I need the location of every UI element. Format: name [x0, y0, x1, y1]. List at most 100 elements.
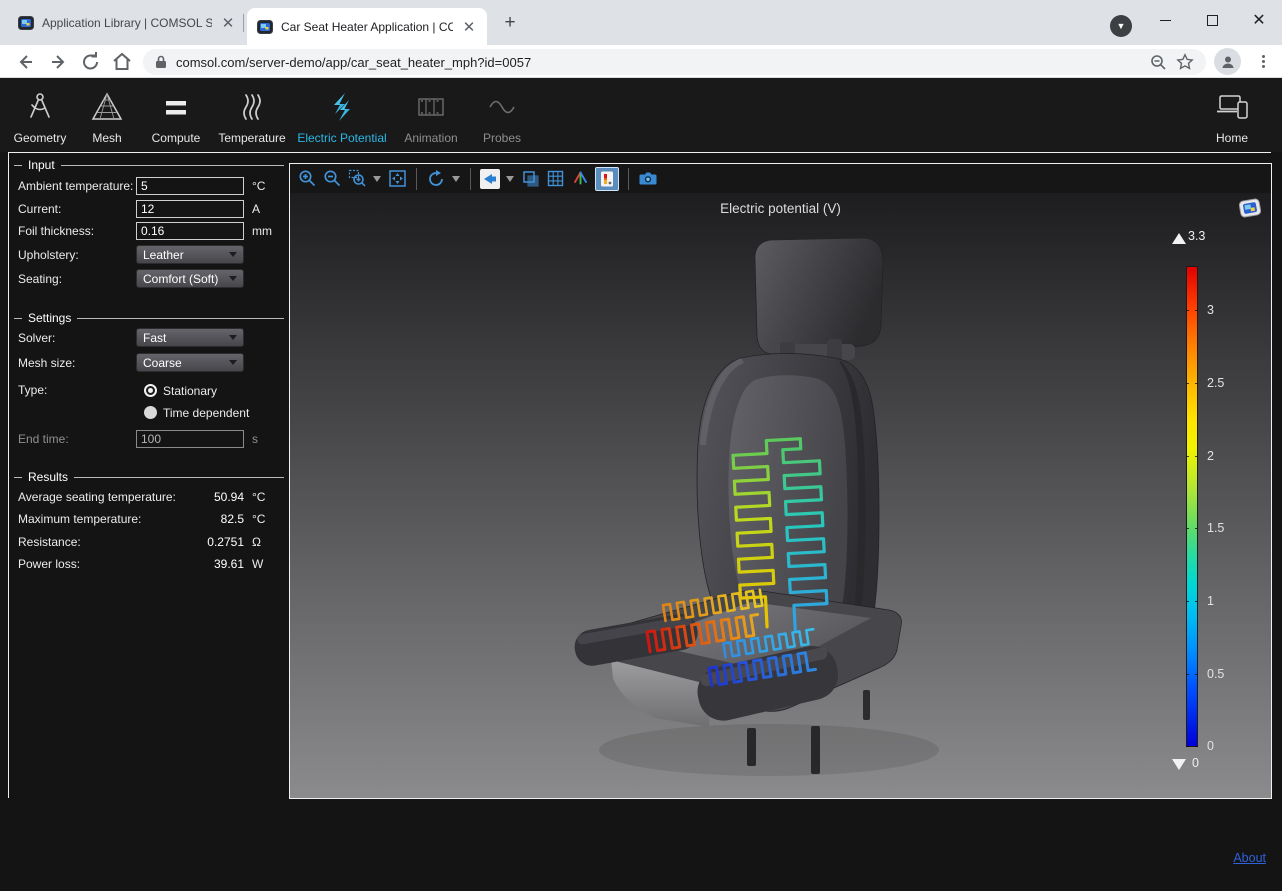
- new-tab-button[interactable]: +: [498, 12, 522, 36]
- ribbon-item-geometry[interactable]: Geometry: [8, 78, 72, 152]
- home-nav-icon[interactable]: [110, 50, 134, 74]
- zoom-indicator-icon[interactable]: [1150, 54, 1167, 71]
- person-icon: [1220, 54, 1236, 70]
- app-ribbon: Geometry Mesh Compute Temperature Electr…: [0, 78, 1282, 152]
- forward-icon[interactable]: [47, 50, 71, 74]
- default-view-axes-icon[interactable]: [570, 169, 590, 189]
- legend-tick-label: 0.5: [1207, 667, 1224, 681]
- upholstery-dropdown[interactable]: Leather: [136, 245, 244, 264]
- section-header-settings: Settings: [14, 311, 284, 325]
- transparency-icon[interactable]: [520, 169, 540, 189]
- seat-shadow: [599, 724, 939, 776]
- profile-avatar[interactable]: [1214, 48, 1241, 75]
- zoom-out-icon[interactable]: [322, 169, 342, 189]
- ribbon-label: Animation: [404, 131, 457, 145]
- current-input[interactable]: [136, 200, 244, 218]
- section-header-input: Input: [14, 158, 284, 172]
- window-maximize-button[interactable]: [1189, 0, 1235, 40]
- grid-icon[interactable]: [545, 169, 565, 189]
- sine-wave-icon: [485, 90, 519, 124]
- solver-label: Solver:: [18, 331, 55, 345]
- plot-canvas[interactable]: Electric potential (V): [290, 193, 1271, 798]
- solver-dropdown[interactable]: Fast: [136, 328, 244, 347]
- ribbon-item-probes[interactable]: Probes: [472, 78, 532, 152]
- browser-tab-application-library[interactable]: Application Library | COMSOL Se ✕: [12, 9, 242, 37]
- tab-title: Application Library | COMSOL Se: [42, 16, 212, 30]
- browser-tab-strip: Application Library | COMSOL Se ✕ Car Se…: [0, 0, 1282, 45]
- chevron-down-icon[interactable]: [505, 169, 515, 189]
- ambient-temperature-input[interactable]: [136, 177, 244, 195]
- temperature-waves-icon: [235, 90, 269, 124]
- url-text[interactable]: comsol.com/server-demo/app/car_seat_heat…: [176, 55, 1141, 70]
- snapshot-camera-icon[interactable]: [638, 169, 658, 189]
- chevron-down-icon[interactable]: [372, 169, 382, 189]
- graphics-toolbar: [290, 164, 1271, 193]
- upholstery-label: Upholstery:: [18, 248, 79, 262]
- plot-title: Electric potential (V): [290, 201, 1271, 216]
- legend-max-value: 3.3: [1188, 229, 1205, 243]
- legend-max-arrow-icon: [1172, 233, 1186, 244]
- browser-menu-button[interactable]: [1255, 49, 1271, 73]
- mesh-size-label: Mesh size:: [18, 356, 75, 370]
- foil-thickness-input[interactable]: [136, 222, 244, 240]
- section-title: Results: [28, 470, 68, 484]
- ribbon-item-mesh[interactable]: Mesh: [72, 78, 142, 152]
- chevron-down-icon: [229, 276, 237, 281]
- end-time-input[interactable]: [136, 430, 244, 448]
- chevron-down-icon[interactable]: [451, 169, 461, 189]
- reload-icon[interactable]: [79, 50, 103, 74]
- mesh-size-value: Coarse: [143, 356, 229, 370]
- result-unit: °C: [252, 512, 265, 526]
- radio-stationary[interactable]: [144, 384, 157, 397]
- ribbon-item-temperature[interactable]: Temperature: [210, 78, 294, 152]
- radio-time-dependent-label: Time dependent: [163, 406, 249, 420]
- address-bar[interactable]: comsol.com/server-demo/app/car_seat_heat…: [143, 49, 1206, 75]
- result-value: 0.2751: [136, 535, 244, 549]
- ribbon-label: Temperature: [218, 131, 285, 145]
- solver-value: Fast: [143, 331, 229, 345]
- color-legend-toggle-icon[interactable]: [595, 167, 619, 191]
- result-label: Power loss:: [18, 557, 80, 571]
- lightning-bolt-icon: [325, 90, 359, 124]
- ribbon-item-animation[interactable]: Animation: [390, 78, 472, 152]
- back-icon[interactable]: [13, 50, 37, 74]
- scene-light-icon[interactable]: [480, 169, 500, 189]
- ribbon-item-compute[interactable]: Compute: [142, 78, 210, 152]
- tab-divider: [243, 14, 244, 32]
- window-minimize-button[interactable]: [1142, 0, 1188, 40]
- tab-search-button[interactable]: ▼: [1110, 15, 1132, 37]
- rotate-view-icon[interactable]: [426, 169, 446, 189]
- ribbon-label: Probes: [483, 131, 521, 145]
- panel-frame-top: [8, 152, 1271, 153]
- mesh-size-dropdown[interactable]: Coarse: [136, 353, 244, 372]
- zoom-in-icon[interactable]: [297, 169, 317, 189]
- ambient-temperature-unit: °C: [252, 179, 265, 193]
- radio-time-dependent[interactable]: [144, 406, 157, 419]
- car-seat-3d-model[interactable]: [558, 230, 1020, 790]
- browser-tab-car-seat-heater[interactable]: Car Seat Heater Application | CO ✕: [247, 8, 487, 45]
- film-strip-icon: [414, 90, 448, 124]
- tab-close-icon[interactable]: ✕: [220, 14, 236, 32]
- legend-tick-label: 0: [1207, 739, 1214, 753]
- panel-frame-left: [8, 152, 9, 798]
- ribbon-label: Electric Potential: [297, 131, 386, 145]
- about-link[interactable]: About: [1233, 851, 1266, 865]
- end-time-label: End time:: [18, 432, 69, 446]
- comsol-favicon: [18, 16, 34, 30]
- ribbon-item-electric-potential[interactable]: Electric Potential: [294, 78, 390, 152]
- chevron-down-icon: [229, 360, 237, 365]
- seat-headrest: [755, 238, 883, 354]
- window-close-button[interactable]: ✕: [1236, 0, 1282, 40]
- legend-min-value: 0: [1192, 756, 1199, 770]
- foil-thickness-unit: mm: [252, 224, 272, 238]
- tab-close-icon[interactable]: ✕: [461, 18, 477, 36]
- section-title: Settings: [28, 311, 71, 325]
- ribbon-item-home[interactable]: Home: [1196, 78, 1268, 152]
- zoom-extents-icon[interactable]: [387, 169, 407, 189]
- zoom-box-icon[interactable]: [347, 169, 367, 189]
- seating-dropdown[interactable]: Comfort (Soft): [136, 269, 244, 288]
- legend-tick-label: 1.5: [1207, 521, 1224, 535]
- comsol-logo-icon: [1237, 197, 1263, 219]
- current-unit: A: [252, 202, 260, 216]
- bookmark-star-icon[interactable]: [1176, 53, 1194, 71]
